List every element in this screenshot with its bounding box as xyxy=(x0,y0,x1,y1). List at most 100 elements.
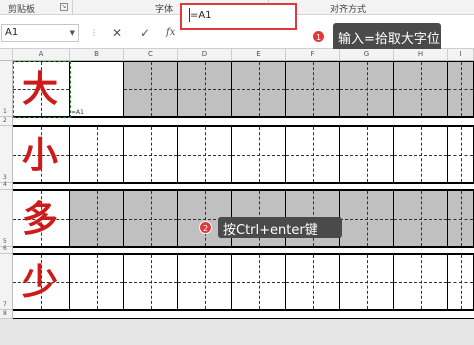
column-header[interactable]: H xyxy=(394,49,448,61)
guide-line-horizontal xyxy=(178,282,231,283)
chevron-down-icon[interactable]: ▼ xyxy=(70,25,75,41)
grid-cell[interactable] xyxy=(394,190,448,247)
guide-line-horizontal xyxy=(286,154,339,156)
grid-cell[interactable] xyxy=(340,61,394,117)
grid-cell[interactable] xyxy=(124,190,178,247)
spacer-row[interactable] xyxy=(13,310,474,319)
guide-line-horizontal xyxy=(286,89,339,90)
guide-line-horizontal xyxy=(70,154,123,156)
guide-line-horizontal xyxy=(178,154,231,156)
row-header[interactable]: 5 xyxy=(0,190,13,247)
guide-line-horizontal xyxy=(124,218,177,220)
callout-1-line1: 输入=拾取大字位 xyxy=(338,32,440,47)
insert-function-icon[interactable]: fx xyxy=(166,27,175,38)
guide-line-horizontal xyxy=(340,154,393,156)
grid-cell[interactable] xyxy=(70,126,124,183)
cancel-icon[interactable]: ✕ xyxy=(112,26,122,40)
grid-cell[interactable] xyxy=(340,126,394,183)
guide-line-horizontal xyxy=(232,282,285,283)
column-header[interactable]: I xyxy=(448,49,474,61)
grid-cell[interactable] xyxy=(178,254,232,310)
column-header[interactable]: F xyxy=(286,49,340,61)
guide-line-horizontal xyxy=(124,154,177,156)
guide-line-horizontal xyxy=(70,282,123,283)
grid-cell[interactable] xyxy=(448,61,474,117)
grid-cell[interactable] xyxy=(340,254,394,310)
grid-cell[interactable] xyxy=(286,61,340,117)
clipboard-launcher-icon[interactable]: ↘ xyxy=(60,3,68,11)
row-header[interactable]: 7 xyxy=(0,254,13,310)
guide-line-horizontal xyxy=(394,218,447,220)
grid-cell[interactable] xyxy=(232,254,286,310)
guide-line-horizontal xyxy=(394,282,447,283)
guide-line-horizontal xyxy=(448,154,473,156)
grid-cell[interactable] xyxy=(232,61,286,117)
alignment-group-label: 对齐方式 xyxy=(330,5,367,15)
callout-step-2: 按Ctrl+enter键 xyxy=(218,217,342,238)
guide-line-horizontal xyxy=(448,282,473,283)
column-header[interactable]: G xyxy=(340,49,394,61)
big-character: 少 xyxy=(22,261,59,303)
row-header[interactable]: 4 xyxy=(0,181,13,190)
row-header[interactable]: 3 xyxy=(0,126,13,183)
grid-cell[interactable] xyxy=(124,61,178,117)
grid-cell[interactable] xyxy=(448,190,474,247)
enter-icon[interactable]: ✓ xyxy=(140,26,150,40)
grid-cell[interactable] xyxy=(232,126,286,183)
guide-line-horizontal xyxy=(124,282,177,283)
spacer-row[interactable] xyxy=(13,117,474,126)
spacer-row[interactable] xyxy=(13,183,474,190)
select-all-corner[interactable] xyxy=(0,49,13,61)
row-number: 8 xyxy=(3,310,7,317)
column-header[interactable]: E xyxy=(232,49,286,61)
guide-line-horizontal xyxy=(340,282,393,283)
guide-line-horizontal xyxy=(232,154,285,156)
guide-line-horizontal xyxy=(124,89,177,90)
grid-cell[interactable] xyxy=(286,126,340,183)
row-header[interactable]: 2 xyxy=(0,117,13,126)
guide-line-horizontal xyxy=(448,218,473,220)
column-header[interactable]: C xyxy=(124,49,178,61)
guide-line-horizontal xyxy=(394,89,447,90)
formula-input[interactable]: =A1 xyxy=(190,10,212,21)
grid-cell[interactable] xyxy=(394,61,448,117)
row-number: 5 xyxy=(3,238,7,245)
name-box[interactable]: A1 ▼ xyxy=(1,24,79,42)
row-header[interactable]: 1 xyxy=(0,61,13,117)
row-header[interactable]: 6 xyxy=(0,245,13,254)
grid-cell[interactable] xyxy=(394,126,448,183)
character-row: 小 xyxy=(13,126,474,183)
row-number: 2 xyxy=(3,117,7,124)
grid-cell[interactable] xyxy=(340,190,394,247)
grid-cell[interactable] xyxy=(286,254,340,310)
column-header[interactable]: B xyxy=(70,49,124,61)
callout-2-badge: 2 xyxy=(199,221,212,234)
row-number: 6 xyxy=(3,245,7,252)
spacer-row[interactable] xyxy=(13,247,474,254)
grid-cell[interactable] xyxy=(448,254,474,310)
column-header[interactable]: D xyxy=(178,49,232,61)
grid-cell[interactable] xyxy=(70,190,124,247)
row-number: 4 xyxy=(3,181,7,188)
spreadsheet-window: 剪贴板 ↘ 字体 ↘ 对齐方式 A1 ▼ ⋮ ✕ ✓ fx =A1 输入=拾取大… xyxy=(0,0,474,345)
guide-line-horizontal xyxy=(394,154,447,156)
cell-a1-selection xyxy=(13,61,71,118)
guide-line-horizontal xyxy=(178,89,231,90)
grid-cell[interactable] xyxy=(70,254,124,310)
cell-b1-value: =A1 xyxy=(71,109,84,116)
character-row: 少 xyxy=(13,254,474,310)
row-number: 1 xyxy=(3,108,7,115)
grid-cell[interactable] xyxy=(124,126,178,183)
callout-2-text: 按Ctrl+enter键 xyxy=(223,223,318,238)
column-header[interactable]: A xyxy=(13,49,70,61)
grid-cell[interactable] xyxy=(394,254,448,310)
row-header[interactable]: 8 xyxy=(0,310,13,319)
grid-cell[interactable] xyxy=(124,254,178,310)
drag-handle-icon[interactable]: ⋮ xyxy=(90,28,98,37)
grid-cell[interactable] xyxy=(178,126,232,183)
grid-cell[interactable] xyxy=(178,61,232,117)
font-group-label: 字体 xyxy=(155,5,174,15)
row-number: 7 xyxy=(3,301,7,308)
ribbon-separator xyxy=(72,0,73,15)
grid-cell[interactable] xyxy=(448,126,474,183)
